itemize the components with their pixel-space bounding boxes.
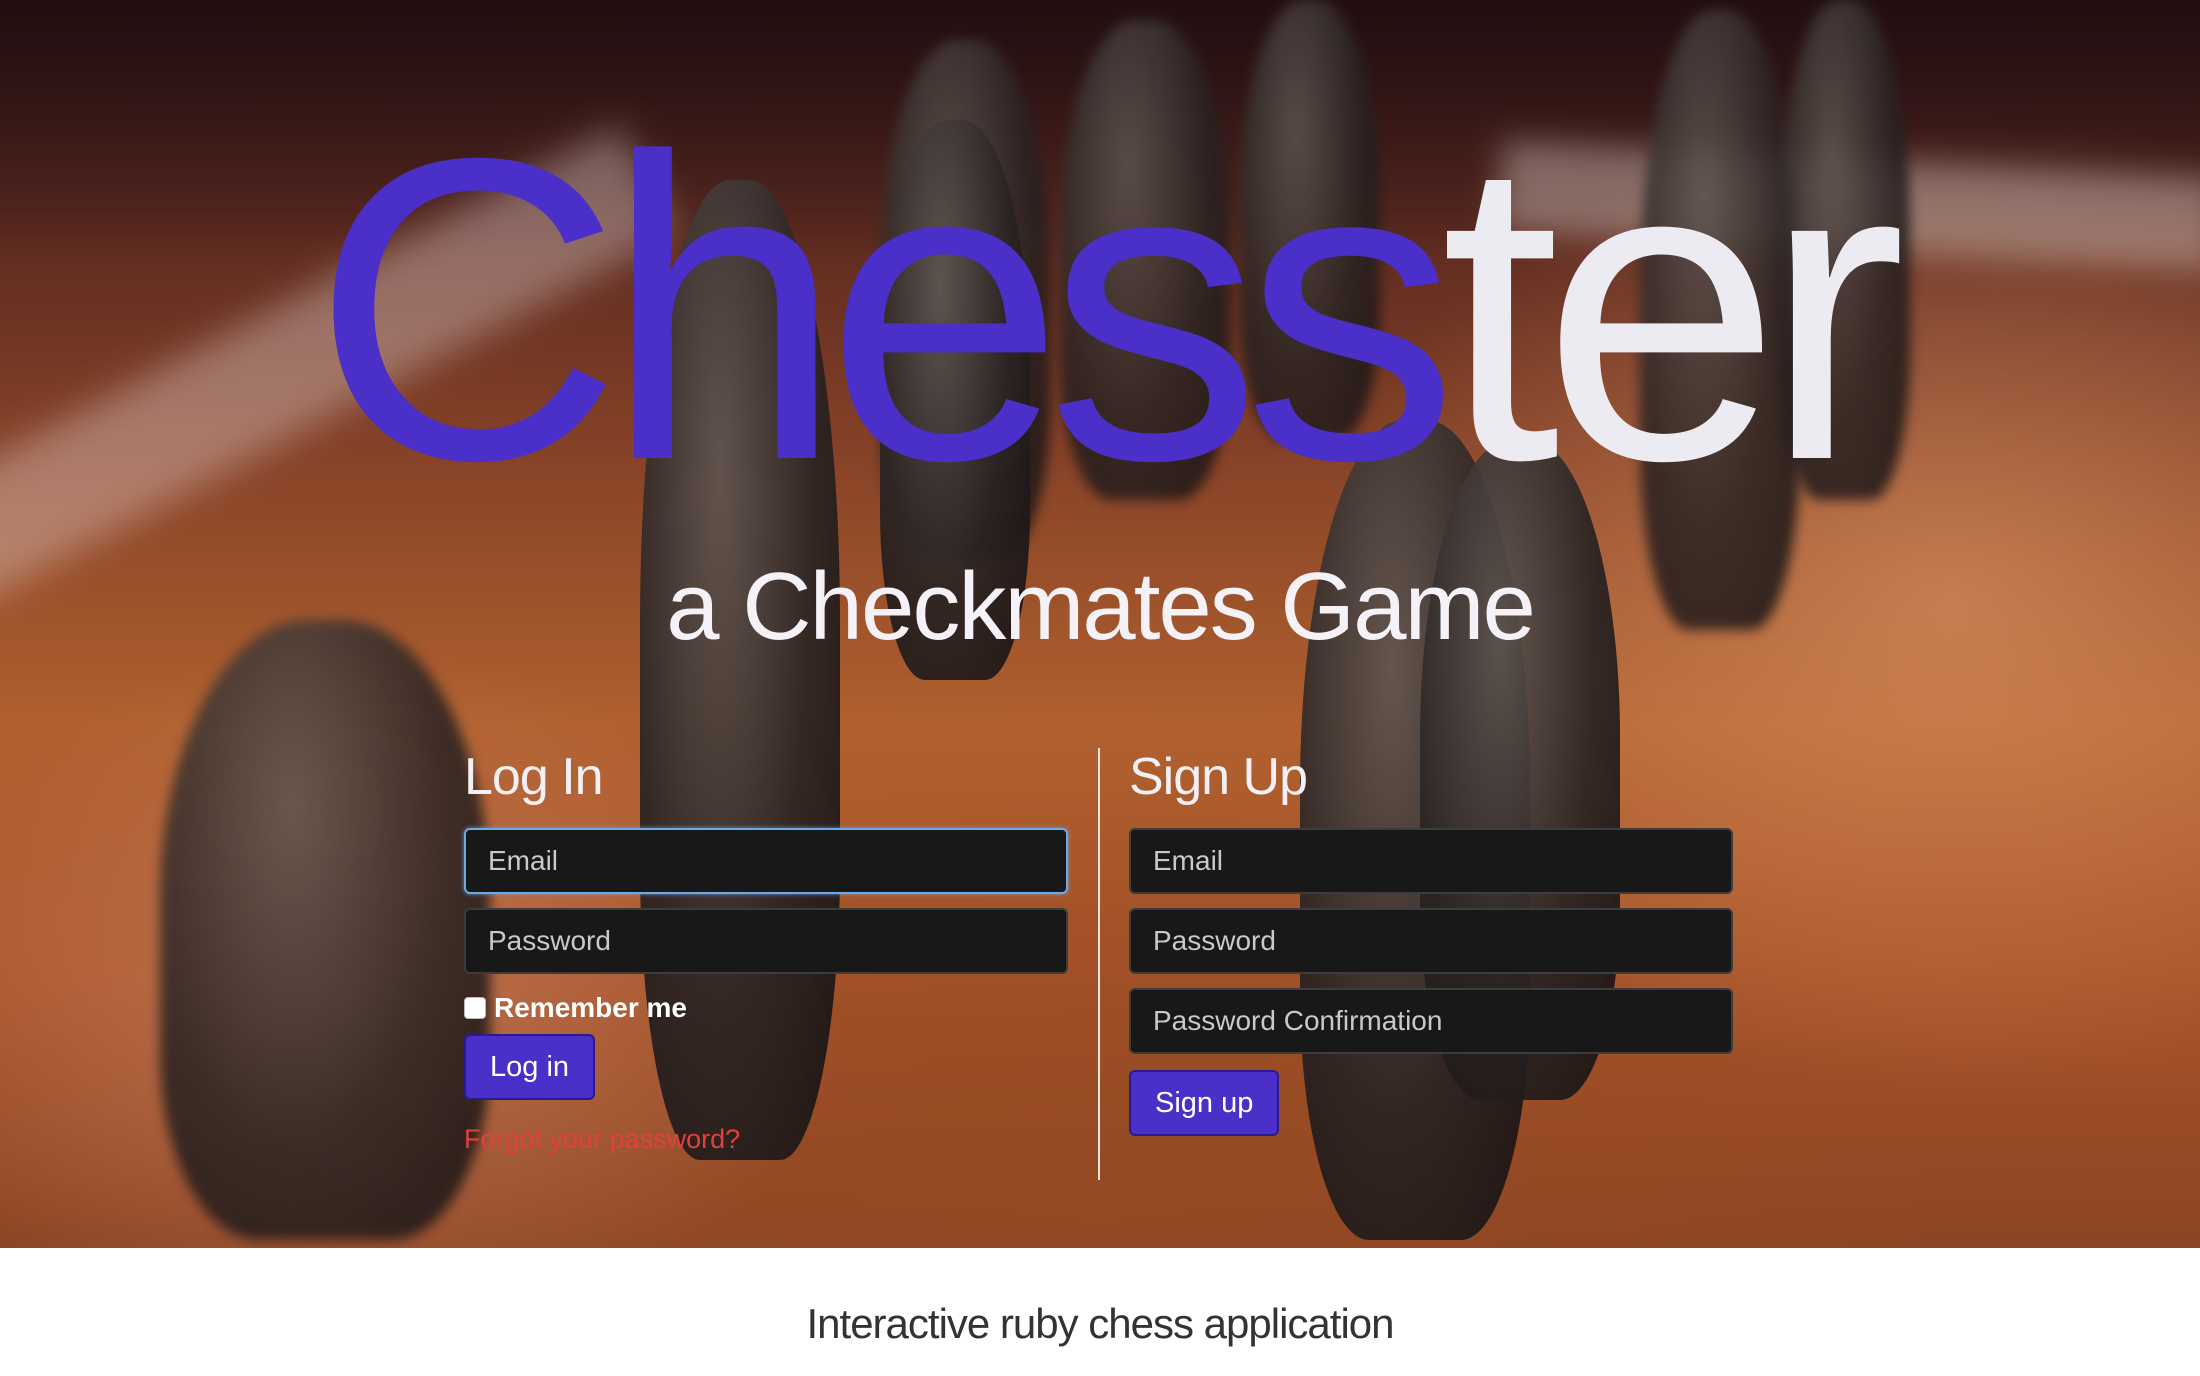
remember-me-checkbox[interactable] bbox=[464, 997, 486, 1019]
signup-password-field[interactable] bbox=[1129, 908, 1733, 974]
remember-me-option[interactable]: Remember me bbox=[464, 988, 1068, 1028]
chess-piece-image bbox=[160, 620, 490, 1240]
remember-me-label: Remember me bbox=[494, 992, 687, 1023]
signup-password-confirmation-field[interactable] bbox=[1129, 988, 1733, 1054]
app-title: Chesster bbox=[0, 95, 2200, 525]
signup-button[interactable]: Sign up bbox=[1129, 1070, 1280, 1136]
login-form: Log In Remember me Log in Forgot your pa… bbox=[464, 748, 1068, 1155]
app-title-light: ter bbox=[1440, 70, 1907, 550]
footer: Interactive ruby chess application bbox=[0, 1248, 2200, 1376]
signup-email-field[interactable] bbox=[1129, 828, 1733, 894]
app-title-accent: Chess bbox=[311, 70, 1459, 550]
login-password-field[interactable] bbox=[464, 908, 1068, 974]
footer-tagline: Interactive ruby chess application bbox=[806, 1300, 1395, 1347]
login-heading: Log In bbox=[464, 748, 604, 806]
form-divider bbox=[1098, 748, 1100, 1180]
login-email-field[interactable] bbox=[464, 828, 1068, 894]
hero-section: Chesster a Checkmates Game Log In Rememb… bbox=[0, 0, 2200, 1248]
signup-form: Sign Up Sign up bbox=[1129, 748, 1733, 1136]
forgot-password-link[interactable]: Forgot your password? bbox=[464, 1124, 1068, 1155]
app-subtitle: a Checkmates Game bbox=[666, 553, 1536, 660]
login-button[interactable]: Log in bbox=[464, 1034, 596, 1100]
signup-heading: Sign Up bbox=[1129, 748, 1308, 806]
